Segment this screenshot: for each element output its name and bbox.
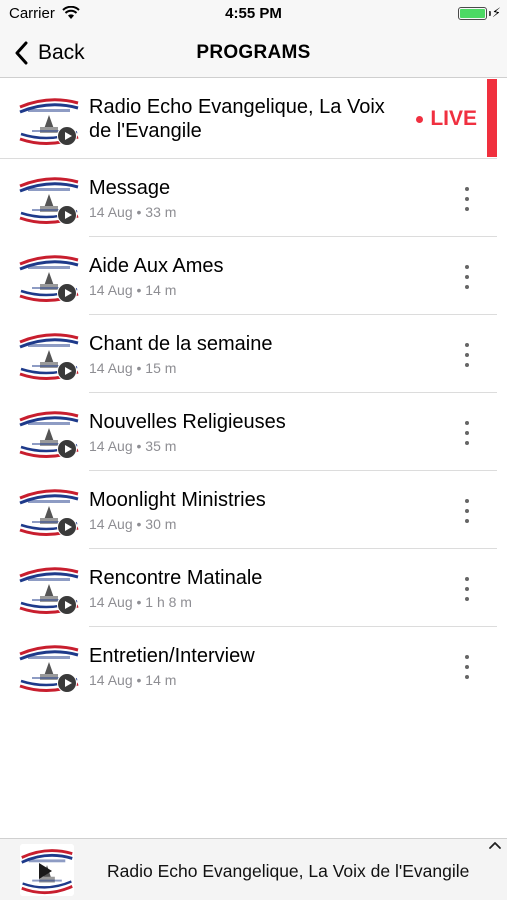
program-title: Rencontre Matinale [89, 567, 263, 589]
play-icon[interactable] [57, 517, 77, 537]
program-meta: 14 Aug • 15 m [89, 360, 177, 376]
battery-cap [489, 11, 491, 16]
program-title: Aide Aux Ames [89, 255, 224, 277]
more-vertical-icon [465, 421, 469, 425]
program-meta: 14 Aug • 14 m [89, 282, 177, 298]
more-options-button[interactable] [457, 262, 477, 292]
program-row-moonlight-ministries[interactable]: Moonlight Ministries 14 Aug • 30 m [0, 471, 507, 549]
station-logo [16, 560, 82, 618]
more-options-button[interactable] [457, 574, 477, 604]
program-row-entretien-interview[interactable]: Entretien/Interview 14 Aug • 14 m [0, 627, 507, 705]
station-logo [16, 91, 82, 149]
more-options-button[interactable] [457, 184, 477, 214]
more-vertical-icon [465, 499, 469, 503]
more-vertical-icon [465, 577, 469, 581]
program-list: Radio Echo Evangelique, La Voix de l'Eva… [0, 79, 507, 705]
program-row-message[interactable]: Message 14 Aug • 33 m [0, 159, 507, 237]
station-logo [16, 326, 82, 384]
navigation-bar: Back PROGRAMS [0, 28, 507, 78]
live-dot-icon [416, 115, 424, 123]
station-logo [16, 482, 82, 540]
program-row-rencontre-matinale[interactable]: Rencontre Matinale 14 Aug • 1 h 8 m [0, 549, 507, 627]
program-meta: 14 Aug • 35 m [89, 438, 177, 454]
station-logo [16, 638, 82, 696]
program-title: Nouvelles Religieuses [89, 411, 286, 433]
more-vertical-icon [465, 265, 469, 269]
program-meta: 14 Aug • 30 m [89, 516, 177, 532]
station-logo [16, 248, 82, 306]
status-time: 4:55 PM [225, 5, 282, 22]
more-options-button[interactable] [457, 418, 477, 448]
page-title: PROGRAMS [196, 42, 311, 63]
mini-player-title: Radio Echo Evangelique, La Voix de l'Eva… [107, 861, 470, 881]
station-logo [16, 170, 82, 228]
live-badge-label: LIVE [430, 107, 477, 130]
program-row-nouvelles-religieuses[interactable]: Nouvelles Religieuses 14 Aug • 35 m [0, 393, 507, 471]
more-options-button[interactable] [457, 652, 477, 682]
program-meta: 14 Aug • 1 h 8 m [89, 594, 192, 610]
play-icon[interactable] [57, 439, 77, 459]
play-icon[interactable] [57, 361, 77, 381]
program-title: Entretien/Interview [89, 645, 255, 667]
live-indicator-bar [487, 79, 497, 157]
mini-player[interactable]: Radio Echo Evangelique, La Voix de l'Eva… [0, 838, 507, 900]
status-bar: Carrier 4:55 PM ⚡ [0, 0, 507, 28]
more-vertical-icon [465, 343, 469, 347]
play-icon[interactable] [57, 283, 77, 303]
play-icon[interactable] [57, 205, 77, 225]
play-icon[interactable] [57, 595, 77, 615]
station-logo [16, 404, 82, 462]
play-icon[interactable] [39, 863, 52, 879]
battery-icon [458, 7, 487, 20]
mini-player-artwork [20, 844, 74, 896]
program-meta: 14 Aug • 14 m [89, 672, 177, 688]
chevron-up-icon[interactable] [488, 839, 502, 851]
program-meta: 14 Aug • 33 m [89, 204, 177, 220]
play-icon[interactable] [57, 673, 77, 693]
live-badge: LIVE [416, 107, 477, 131]
more-vertical-icon [465, 187, 469, 191]
more-options-button[interactable] [457, 496, 477, 526]
charging-icon: ⚡ [491, 5, 501, 20]
more-options-button[interactable] [457, 340, 477, 370]
program-row-aide-aux-ames[interactable]: Aide Aux Ames 14 Aug • 14 m [0, 237, 507, 315]
play-icon [57, 126, 77, 146]
live-stream-row[interactable]: Radio Echo Evangelique, La Voix de l'Eva… [0, 79, 507, 159]
program-title: Moonlight Ministries [89, 489, 266, 511]
more-vertical-icon [465, 655, 469, 659]
live-stream-title: Radio Echo Evangelique, La Voix de l'Eva… [89, 96, 385, 142]
program-row-chant-de-la-semaine[interactable]: Chant de la semaine 14 Aug • 15 m [0, 315, 507, 393]
program-title: Message [89, 177, 171, 199]
program-title: Chant de la semaine [89, 333, 273, 355]
